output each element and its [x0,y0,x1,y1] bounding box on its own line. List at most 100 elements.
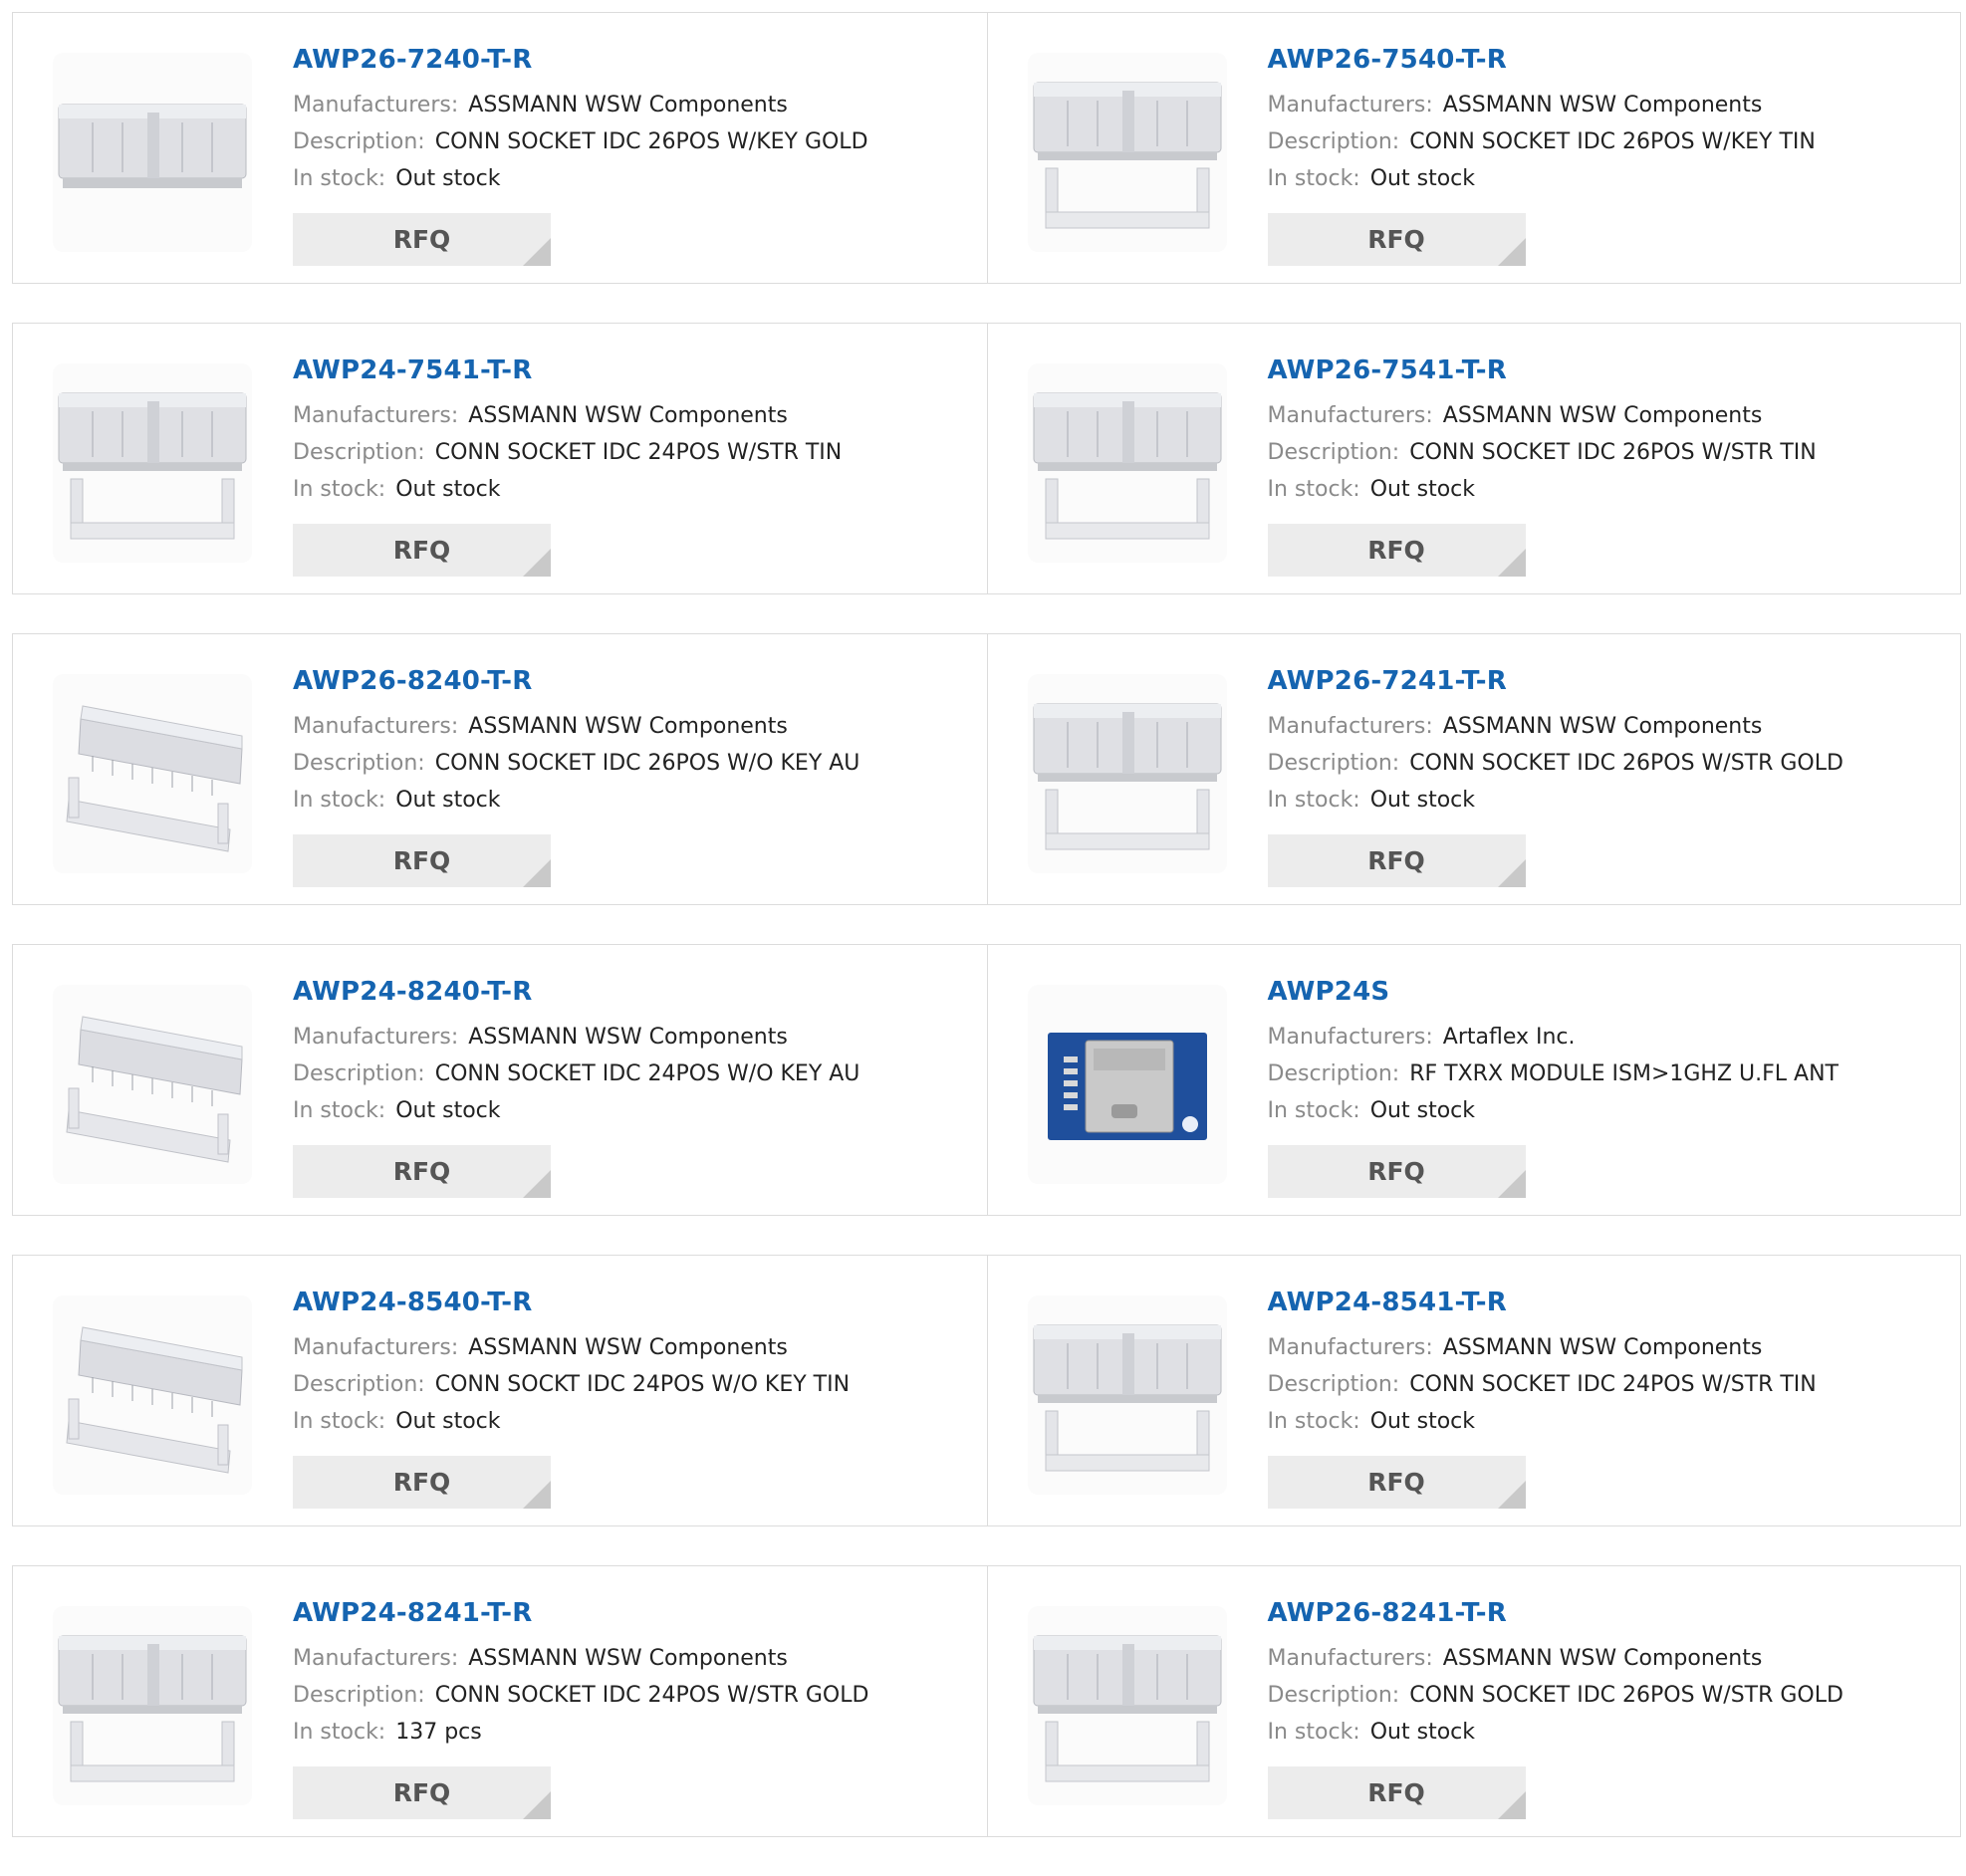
rfq-button[interactable]: RFQ [1267,1145,1526,1198]
manufacturer-value: ASSMANN WSW Components [468,714,788,739]
stock-value: Out stock [395,166,501,191]
product-info: AWP26-7541-T-R Manufacturers: ASSMANN WSW … [1268,353,1951,508]
product-part-link[interactable]: AWP26-8240-T-R [293,664,533,698]
rfq-button[interactable]: RFQ [1267,1766,1526,1819]
description-line: Description: CONN SOCKET IDC 26POS W/STR … [1268,1677,1951,1714]
rfq-label: RFQ [1367,1468,1425,1497]
product-card: AWP26-8240-T-R Manufacturers: ASSMANN WSW … [13,634,987,904]
rfq-button[interactable]: RFQ [293,1456,551,1509]
description-line: Description: CONN SOCKET IDC 24POS W/STR … [1268,1366,1951,1403]
stock-line: In stock: Out stock [293,471,977,508]
product-info: AWP26-7540-T-R Manufacturers: ASSMANN WSW … [1268,43,1951,197]
product-card: AWP24-8241-T-R Manufacturers: ASSMANN WSW … [13,1566,987,1836]
product-part-link[interactable]: AWP24-8241-T-R [293,1596,533,1630]
idc-socket-with-strain-relief-icon[interactable] [53,1606,252,1805]
product-row: AWP24-8540-T-R Manufacturers: ASSMANN WSW … [12,1255,1961,1526]
description-value: CONN SOCKT IDC 24POS W/O KEY TIN [434,1372,851,1397]
stock-line: In stock: Out stock [1268,1403,1951,1440]
rfq-label: RFQ [1367,846,1425,875]
idc-socket-with-strain-relief-icon[interactable] [1027,363,1227,563]
description-line: Description: CONN SOCKET IDC 26POS W/STR … [1268,745,1951,782]
rf-module-board-icon[interactable] [1027,985,1227,1184]
stock-value: Out stock [1369,788,1475,813]
rfq-button[interactable]: RFQ [293,524,551,577]
stock-label: In stock: [1267,788,1360,813]
stock-line: In stock: Out stock [1268,1092,1951,1129]
product-card: AWP26-7240-T-R Manufacturers: ASSMANN WSW … [13,13,987,283]
product-card: AWP24-8541-T-R Manufacturers: ASSMANN WSW … [986,1256,1961,1525]
manufacturer-line: Manufacturers: ASSMANN WSW Components [293,708,977,745]
product-info: AWP24-7541-T-R Manufacturers: ASSMANN WSW … [293,353,977,508]
description-value: CONN SOCKET IDC 26POS W/O KEY AU [434,751,860,776]
manufacturer-value: ASSMANN WSW Components [1442,1646,1763,1671]
description-value: CONN SOCKET IDC 24POS W/O KEY AU [434,1061,860,1086]
stock-line: In stock: Out stock [1268,1714,1951,1751]
rfq-label: RFQ [392,1778,451,1807]
idc-socket-with-strain-relief-icon[interactable] [53,363,252,563]
product-part-link[interactable]: AWP24S [1268,975,1390,1009]
corner-triangle-icon [523,1170,551,1198]
manufacturer-label: Manufacturers: [1267,1646,1433,1671]
rfq-button[interactable]: RFQ [1267,524,1526,577]
rfq-button[interactable]: RFQ [1267,213,1526,266]
rfq-button[interactable]: RFQ [293,1766,551,1819]
rfq-label: RFQ [1367,1778,1425,1807]
product-info: AWP24-8540-T-R Manufacturers: ASSMANN WSW … [293,1286,977,1440]
description-value: CONN SOCKET IDC 24POS W/STR TIN [434,440,843,465]
description-line: Description: RF TXRX MODULE ISM>1GHZ U.FL… [1268,1055,1951,1092]
idc-socket-angled-icon[interactable] [53,1295,252,1495]
description-line: Description: CONN SOCKET IDC 24POS W/STR … [293,434,977,471]
idc-socket-angled-icon[interactable] [53,985,252,1184]
corner-triangle-icon [1497,1791,1526,1819]
stock-value: Out stock [395,788,501,813]
description-line: Description: CONN SOCKET IDC 26POS W/KEY … [293,123,977,160]
manufacturer-label: Manufacturers: [1267,1335,1433,1360]
manufacturer-value: ASSMANN WSW Components [1442,1335,1763,1360]
rfq-label: RFQ [1367,1157,1425,1186]
manufacturer-value: ASSMANN WSW Components [1442,403,1763,428]
rfq-label: RFQ [392,225,451,254]
idc-socket-with-strain-relief-icon[interactable] [1027,1606,1227,1805]
product-part-link[interactable]: AWP26-7241-T-R [1268,664,1508,698]
idc-socket-with-strain-relief-icon[interactable] [1027,1295,1227,1495]
product-part-link[interactable]: AWP26-7540-T-R [1268,43,1508,77]
product-grid: AWP26-7240-T-R Manufacturers: ASSMANN WSW … [12,12,1961,1876]
product-part-link[interactable]: AWP24-7541-T-R [293,353,533,387]
rfq-button[interactable]: RFQ [293,213,551,266]
idc-socket-icon[interactable] [53,53,252,252]
description-label: Description: [293,440,425,465]
rfq-button[interactable]: RFQ [293,1145,551,1198]
manufacturer-line: Manufacturers: ASSMANN WSW Components [1268,1329,1951,1366]
manufacturer-label: Manufacturers: [1267,714,1433,739]
product-card: AWP26-7541-T-R Manufacturers: ASSMANN WSW … [986,324,1961,593]
manufacturer-line: Manufacturers: ASSMANN WSW Components [1268,87,1951,123]
rfq-label: RFQ [392,1468,451,1497]
description-label: Description: [1267,129,1400,154]
rfq-button[interactable]: RFQ [1267,834,1526,887]
manufacturer-label: Manufacturers: [293,93,459,117]
manufacturer-value: ASSMANN WSW Components [468,1025,788,1050]
corner-triangle-icon [523,238,551,266]
product-part-link[interactable]: AWP24-8541-T-R [1268,1286,1508,1319]
idc-socket-angled-icon[interactable] [53,674,252,873]
product-row: AWP26-8240-T-R Manufacturers: ASSMANN WSW … [12,633,1961,905]
stock-line: In stock: 137 pcs [293,1714,977,1751]
idc-socket-with-strain-relief-icon[interactable] [1027,674,1227,873]
manufacturer-value: ASSMANN WSW Components [1442,93,1763,117]
rfq-button[interactable]: RFQ [1267,1456,1526,1509]
description-value: CONN SOCKET IDC 24POS W/STR TIN [1409,1372,1817,1397]
product-part-link[interactable]: AWP24-8540-T-R [293,1286,533,1319]
manufacturer-line: Manufacturers: ASSMANN WSW Components [293,397,977,434]
description-label: Description: [1267,751,1400,776]
product-part-link[interactable]: AWP24-8240-T-R [293,975,533,1009]
rfq-button[interactable]: RFQ [293,834,551,887]
stock-line: In stock: Out stock [293,782,977,819]
idc-socket-with-strain-relief-icon[interactable] [1027,53,1227,252]
product-info: AWP26-8241-T-R Manufacturers: ASSMANN WSW … [1268,1596,1951,1751]
product-part-link[interactable]: AWP26-8241-T-R [1268,1596,1508,1630]
product-info: AWP24-8240-T-R Manufacturers: ASSMANN WSW … [293,975,977,1129]
stock-value: Out stock [395,1098,501,1123]
product-part-link[interactable]: AWP26-7541-T-R [1268,353,1508,387]
product-part-link[interactable]: AWP26-7240-T-R [293,43,533,77]
manufacturer-label: Manufacturers: [293,403,459,428]
